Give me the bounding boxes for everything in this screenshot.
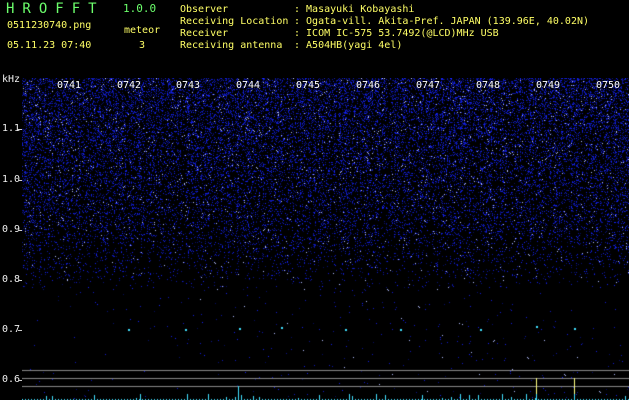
header-panel: HROFFT 1.0.0 0511230740.png meteor 05.11…: [0, 0, 629, 78]
y-tick-mark: [18, 330, 22, 331]
antenna-label: Receiving antenna: [180, 40, 283, 51]
time-label: 0748: [476, 80, 501, 91]
y-tick-mark: [18, 380, 22, 381]
filename: 0511230740.png: [7, 20, 92, 31]
meteor-label: meteor: [124, 25, 161, 36]
time-label: 0744: [236, 80, 261, 91]
observer-value: : Masayuki Kobayashi: [294, 4, 415, 15]
antenna-value: : A504HB(yagi 4el): [294, 40, 403, 51]
spectrogram-canvas: [22, 78, 629, 400]
receiver-value: : ICOM IC-575 53.7492(@LCD)MHz USB: [294, 28, 499, 39]
app-version: 1.0.0: [123, 2, 157, 15]
y-tick-mark: [18, 180, 22, 181]
app-title: HROFFT: [6, 1, 105, 17]
y-tick-mark: [18, 129, 22, 130]
y-tick-mark: [18, 280, 22, 281]
meteor-count: 3: [139, 40, 146, 51]
receiver-label: Receiver: [180, 28, 229, 39]
y-unit-label: kHz: [2, 74, 21, 85]
location-value: : Ogata-vill. Akita-Pref. JAPAN (139.96E…: [294, 16, 590, 27]
datetime: 05.11.23 07:40: [7, 40, 92, 51]
time-label: 0750: [596, 80, 621, 91]
time-label: 0745: [296, 80, 321, 91]
time-label: 0747: [416, 80, 441, 91]
time-label: 0749: [536, 80, 561, 91]
y-tick-mark: [18, 230, 22, 231]
time-label: 0743: [176, 80, 201, 91]
time-label: 0742: [117, 80, 142, 91]
time-label: 0741: [57, 80, 82, 91]
location-label: Receiving Location: [180, 16, 289, 27]
time-label: 0746: [356, 80, 381, 91]
observer-label: Observer: [180, 4, 229, 15]
